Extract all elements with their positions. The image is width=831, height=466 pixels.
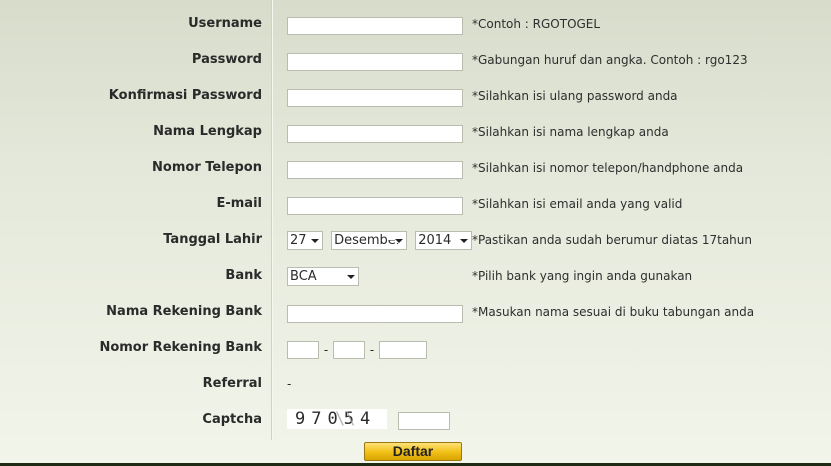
full-name-input[interactable] (287, 125, 463, 143)
birth-day-value: 27 (290, 233, 307, 248)
row-username: Username *Contoh : RGOTOGEL (0, 7, 831, 43)
bank-value: BCA (290, 269, 317, 284)
birth-month-value: Desember (334, 233, 402, 248)
email-label: E-mail (216, 196, 262, 211)
account-name-label: Nama Rekening Bank (106, 304, 262, 319)
account-number-part3-input[interactable] (379, 340, 427, 359)
referral-value: - (287, 377, 292, 391)
bank-select[interactable]: BCA (287, 267, 359, 286)
phone-label: Nomor Telepon (152, 160, 262, 175)
confirm-password-input[interactable] (287, 89, 463, 107)
row-bank: Bank BCA *Pilih bank yang ingin anda gun… (0, 259, 831, 295)
email-input[interactable] (287, 197, 463, 215)
birth-date-label: Tanggal Lahir (163, 232, 262, 247)
full-name-hint: *Silahkan isi nama lengkap anda (472, 125, 669, 139)
birth-date-hint: *Pastikan anda sudah berumur diatas 17ta… (472, 233, 753, 247)
row-birth-date: Tanggal Lahir 27 Desember 2014 *Pastikan… (0, 223, 831, 259)
account-number-part1-input[interactable] (287, 340, 319, 359)
email-hint: *Silahkan isi email anda yang valid (472, 197, 683, 211)
chevron-down-icon (460, 239, 469, 243)
account-name-input[interactable] (287, 305, 463, 323)
password-input[interactable] (287, 53, 463, 71)
captcha-input[interactable] (398, 412, 451, 430)
row-account-number: Nomor Rekening Bank - - (0, 331, 831, 367)
username-label: Username (188, 16, 262, 31)
account-number-part2-input[interactable] (333, 340, 365, 359)
daftar-button[interactable]: Daftar (364, 442, 462, 461)
chevron-down-icon (395, 239, 404, 243)
bank-hint: *Pilih bank yang ingin anda gunakan (472, 269, 693, 283)
account-number-label: Nomor Rekening Bank (99, 340, 262, 355)
chevron-down-icon (311, 239, 319, 243)
confirm-password-hint: *Silahkan isi ulang password anda (472, 89, 678, 103)
row-phone: Nomor Telepon *Silahkan isi nomor telepo… (0, 151, 831, 187)
birth-day-select[interactable]: 27 (287, 231, 323, 250)
captcha-image: 97054 \\ (287, 409, 387, 429)
row-email: E-mail *Silahkan isi email anda yang val… (0, 187, 831, 223)
birth-year-select[interactable]: 2014 (415, 231, 473, 250)
confirm-password-label: Konfirmasi Password (108, 88, 262, 103)
captcha-noise: \\ (335, 409, 356, 429)
username-hint: *Contoh : RGOTOGEL (472, 17, 601, 31)
password-label: Password (191, 52, 262, 67)
bank-label: Bank (225, 268, 262, 283)
account-name-hint: *Masukan nama sesuai di buku tabungan an… (472, 305, 755, 319)
phone-hint: *Silahkan isi nomor telepon/handphone an… (472, 161, 744, 175)
row-password: Password *Gabungan huruf dan angka. Cont… (0, 43, 831, 79)
birth-month-select[interactable]: Desember (331, 231, 408, 250)
row-referral: Referral - (0, 367, 831, 403)
captcha-label: Captcha (202, 412, 262, 427)
referral-label: Referral (202, 376, 262, 391)
row-confirm-password: Konfirmasi Password *Silahkan isi ulang … (0, 79, 831, 115)
row-captcha: Captcha 97054 \\ (0, 403, 831, 439)
chevron-down-icon (347, 275, 355, 279)
username-input[interactable] (287, 17, 463, 35)
row-account-name: Nama Rekening Bank *Masukan nama sesuai … (0, 295, 831, 331)
full-name-label: Nama Lengkap (153, 124, 262, 139)
password-hint: *Gabungan huruf dan angka. Contoh : rgo1… (472, 53, 748, 67)
birth-year-value: 2014 (418, 233, 452, 248)
account-number-separator: - (323, 343, 329, 357)
phone-input[interactable] (287, 161, 463, 179)
row-full-name: Nama Lengkap *Silahkan isi nama lengkap … (0, 115, 831, 151)
account-number-separator: - (369, 343, 375, 357)
